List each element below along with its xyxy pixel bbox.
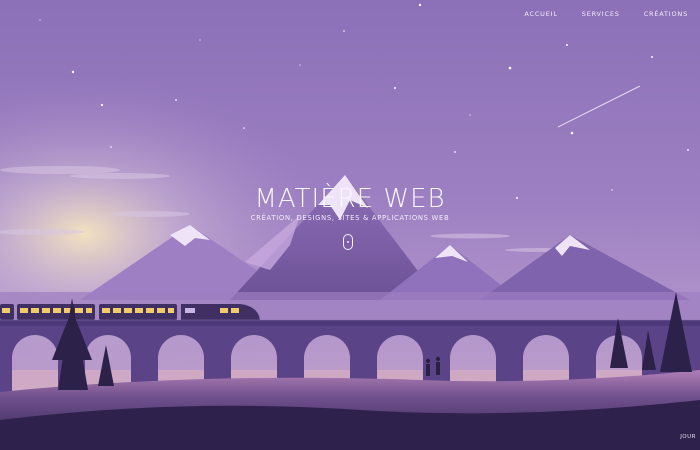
train-icon — [0, 304, 260, 320]
hero-title: MATIÈRE WEB — [254, 184, 446, 214]
nav-link-creations[interactable]: CRÉATIONS — [632, 10, 700, 18]
nav-link-services[interactable]: SERVICES — [570, 10, 632, 18]
landscape-illustration — [0, 0, 700, 450]
hero-section: ACCUEIL SERVICES CRÉATIONS MATIÈRE WEB C… — [0, 0, 700, 450]
day-night-toggle[interactable]: JOUR — [680, 434, 696, 440]
scroll-mouse-icon[interactable] — [343, 234, 353, 250]
hero-subtitle: CRÉATION, DESIGNS, SITES & APPLICATIONS … — [250, 214, 450, 222]
nav-link-accueil[interactable]: ACCUEIL — [512, 10, 569, 18]
main-nav: ACCUEIL SERVICES CRÉATIONS — [512, 10, 700, 18]
scroll-dot — [347, 241, 349, 243]
